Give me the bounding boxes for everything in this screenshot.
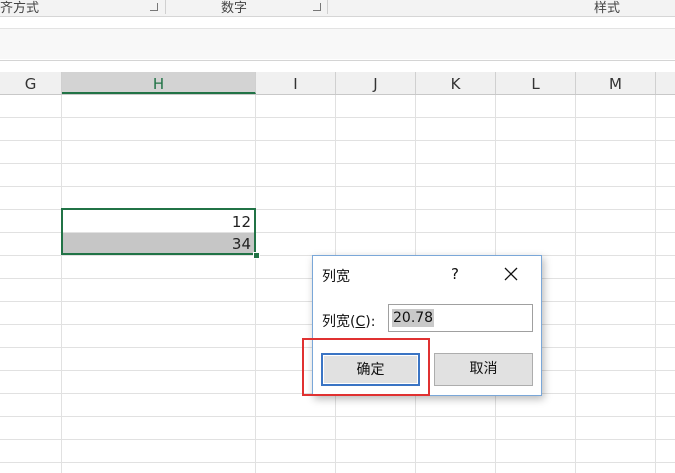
- column-header-overflow[interactable]: [656, 72, 675, 94]
- column-width-input[interactable]: 20.78: [388, 304, 533, 332]
- column-header-g[interactable]: G: [0, 72, 62, 94]
- column-width-label-suffix: ):: [365, 314, 376, 330]
- grid-line: [0, 416, 675, 417]
- ribbon-group-alignment-label: 齐方式: [0, 1, 40, 16]
- column-headers: G H I J K L M: [0, 72, 675, 95]
- dialog-launcher-icon[interactable]: [150, 3, 158, 11]
- ribbon-separator: [327, 0, 328, 14]
- grid-line: [0, 209, 675, 210]
- ribbon-group-labels: 齐方式 数字 样式: [0, 0, 675, 17]
- fill-handle[interactable]: [253, 252, 260, 259]
- grid-line: [0, 186, 675, 187]
- column-width-value: 20.78: [392, 309, 435, 327]
- column-header-h[interactable]: H: [62, 72, 256, 94]
- column-width-label: 列宽(C):: [322, 311, 375, 331]
- column-header-i[interactable]: I: [256, 72, 336, 94]
- dialog-title: 列宽: [322, 269, 350, 285]
- grid-line: [0, 439, 675, 440]
- column-header-l[interactable]: L: [496, 72, 576, 94]
- column-header-k[interactable]: K: [416, 72, 496, 94]
- cancel-button[interactable]: 取消: [434, 353, 533, 386]
- grid-line: [0, 462, 675, 463]
- ribbon-group-styles-label: 样式: [594, 1, 621, 16]
- ribbon-separator: [165, 0, 166, 14]
- ribbon-group-number-label: 数字: [221, 1, 248, 16]
- column-width-label-accesskey: C: [355, 314, 366, 330]
- close-icon[interactable]: [501, 264, 521, 284]
- grid-line: [0, 117, 675, 118]
- column-header-j[interactable]: J: [336, 72, 416, 94]
- ok-button[interactable]: 确定: [321, 353, 420, 386]
- formula-bar-area: [0, 17, 675, 61]
- column-width-dialog: 列宽 ? 列宽(C): 20.78 确定 取消: [312, 255, 542, 396]
- dialog-launcher-icon[interactable]: [313, 3, 321, 11]
- cell-h-value-1[interactable]: 12: [62, 211, 255, 233]
- cell-h-value-2[interactable]: 34: [62, 233, 255, 254]
- help-button[interactable]: ?: [447, 264, 463, 284]
- grid-line: [0, 163, 675, 164]
- column-width-label-prefix: 列宽(: [322, 314, 356, 330]
- grid-line: [0, 140, 675, 141]
- column-header-m[interactable]: M: [576, 72, 656, 94]
- formula-bar[interactable]: [0, 28, 675, 59]
